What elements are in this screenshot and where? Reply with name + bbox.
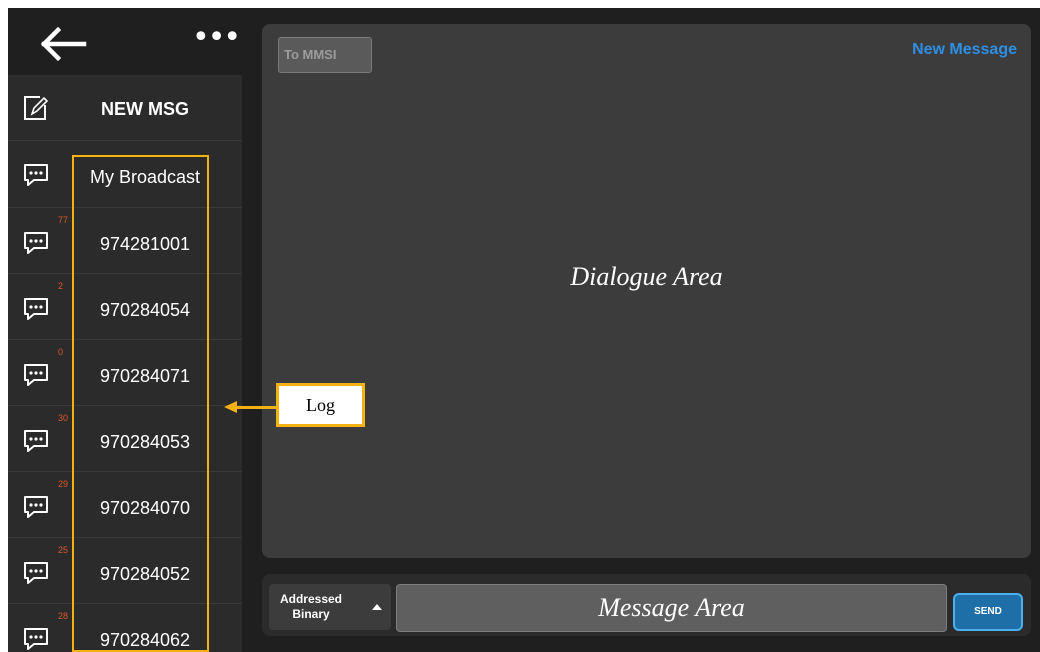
- chat-bubble-icon: [24, 562, 48, 584]
- new-message-button[interactable]: NEW MSG: [8, 75, 242, 141]
- back-button[interactable]: [40, 26, 88, 62]
- chat-bubble-icon: [24, 298, 48, 320]
- conversation-label: 970284053: [99, 432, 191, 452]
- new-message-label: NEW MSG: [101, 99, 189, 119]
- log-callout-label: Log: [276, 383, 365, 427]
- conversation-item[interactable]: 28 970284062: [8, 604, 242, 652]
- new-message-link[interactable]: New Message: [912, 41, 1017, 59]
- chat-bubble-icon: [24, 364, 48, 386]
- more-horizontal-icon: •••: [192, 20, 241, 55]
- caret-up-icon: [372, 604, 382, 610]
- sidebar: ••• NEW MSG My Broadcast 77 974281001 2 …: [8, 8, 242, 652]
- chat-bubble-icon: [24, 164, 48, 186]
- unread-badge: 77: [58, 215, 69, 225]
- message-input[interactable]: Message Area: [396, 584, 947, 632]
- log-callout-arrow: [236, 406, 276, 409]
- conversation-label: 970284052: [99, 564, 191, 584]
- unread-badge: 0: [58, 347, 64, 357]
- conversation-item[interactable]: 25 970284052: [8, 538, 242, 604]
- compose-icon: [24, 96, 49, 120]
- sidebar-header: •••: [8, 8, 242, 75]
- unread-badge: 29: [58, 479, 69, 489]
- unread-badge: 2: [58, 281, 64, 291]
- unread-badge: 30: [58, 413, 69, 423]
- unread-badge: 28: [58, 611, 69, 621]
- send-button[interactable]: SEND: [953, 593, 1023, 631]
- arrow-head-icon: [224, 401, 237, 413]
- conversation-label: 970284071: [99, 366, 191, 386]
- unread-badge: 25: [58, 545, 69, 555]
- conversation-label: 970284062: [99, 630, 191, 650]
- conversation-item[interactable]: 0 970284071: [8, 340, 242, 406]
- message-type-select[interactable]: Addressed Binary: [269, 584, 391, 630]
- composer-bar: Addressed Binary Message Area SEND: [262, 574, 1031, 636]
- conversation-label: My Broadcast: [89, 167, 201, 187]
- conversation-item[interactable]: 30 970284053: [8, 406, 242, 472]
- chat-bubble-icon: [24, 232, 48, 254]
- conversation-label: 970284054: [99, 300, 191, 320]
- chat-bubble-icon: [24, 628, 48, 650]
- chat-bubble-icon: [24, 430, 48, 452]
- dialogue-area-caption: Dialogue Area: [570, 262, 723, 291]
- conversation-item[interactable]: My Broadcast: [8, 142, 242, 208]
- conversation-item[interactable]: 2 970284054: [8, 274, 242, 340]
- conversation-label: 974281001: [99, 234, 191, 254]
- dialogue-area: To MMSI New Message Dialogue Area: [262, 24, 1031, 558]
- app-window: ••• NEW MSG My Broadcast 77 974281001 2 …: [8, 8, 1040, 652]
- message-type-line2: Binary: [292, 607, 330, 621]
- chat-bubble-icon: [24, 496, 48, 518]
- to-mmsi-field[interactable]: To MMSI: [278, 37, 372, 73]
- message-type-line1: Addressed: [279, 592, 343, 606]
- more-options-button[interactable]: •••: [192, 23, 241, 54]
- conversation-item[interactable]: 77 974281001: [8, 208, 242, 274]
- arrow-left-icon: [40, 26, 87, 62]
- conversation-label: 970284070: [99, 498, 191, 518]
- conversation-item[interactable]: 29 970284070: [8, 472, 242, 538]
